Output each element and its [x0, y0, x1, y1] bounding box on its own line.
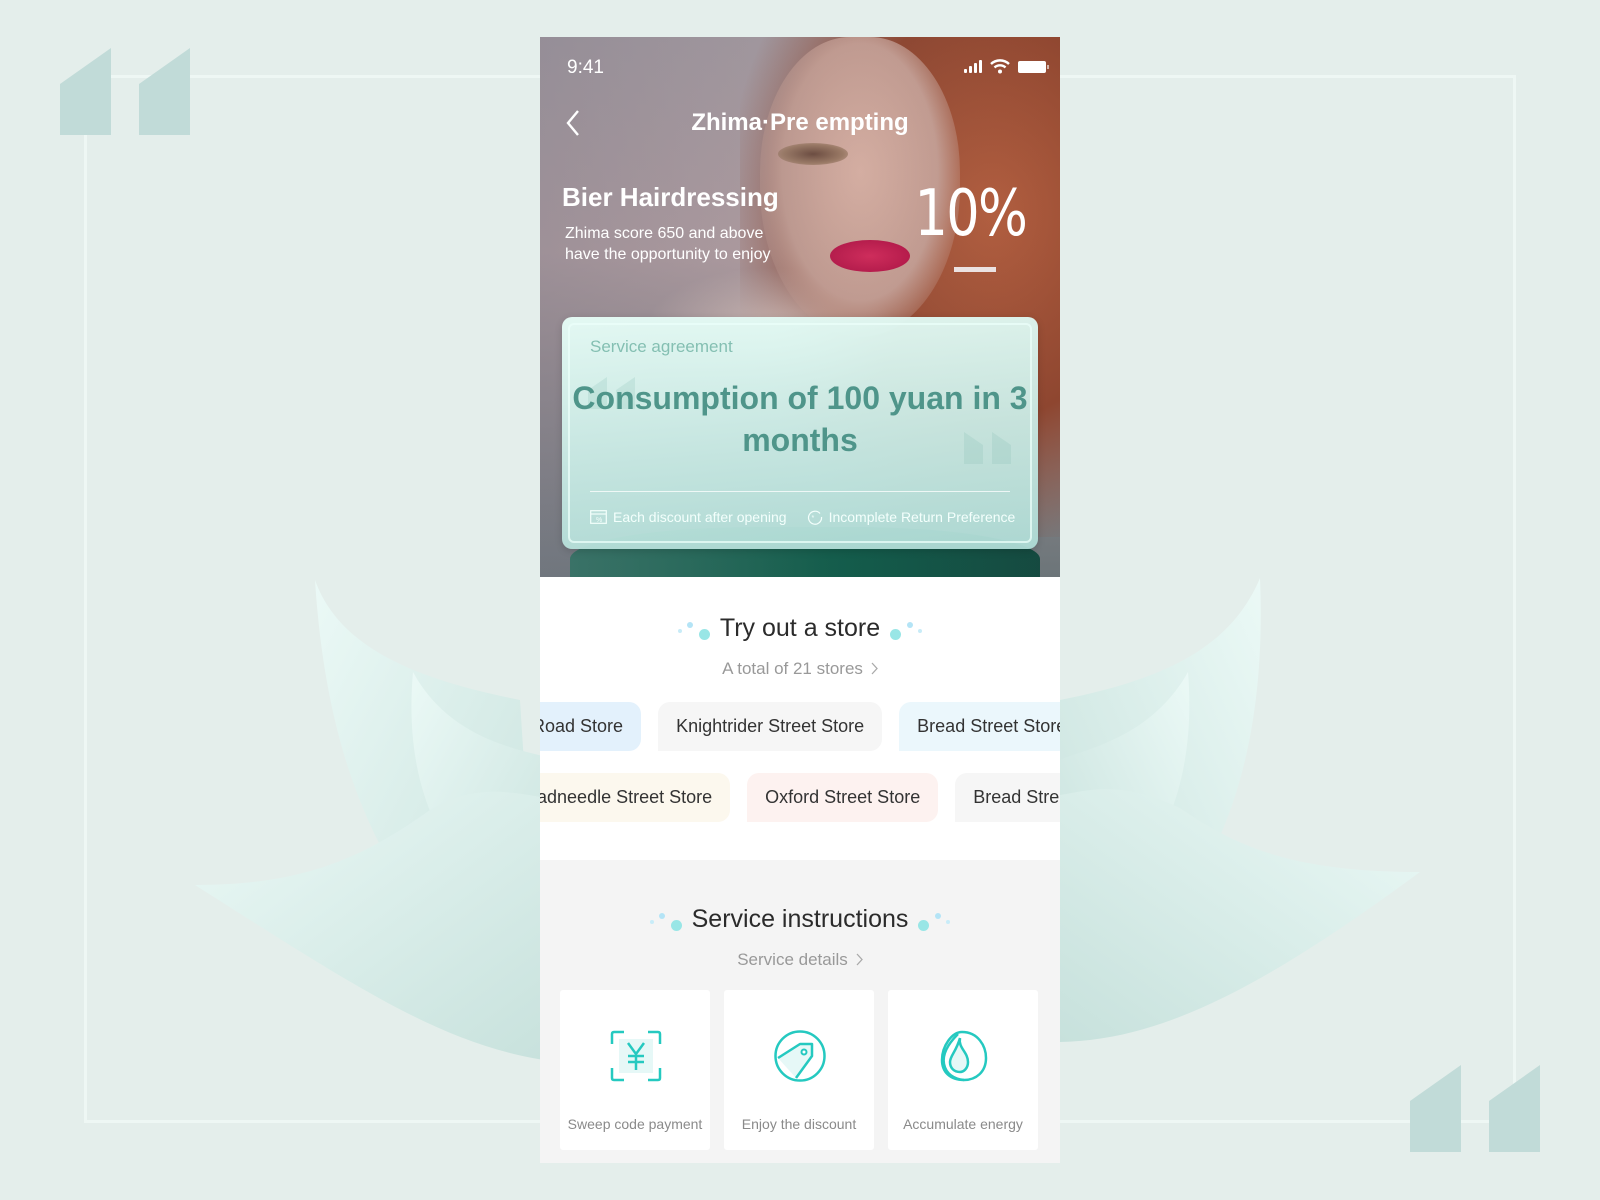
store-chip[interactable]: Threadneedle Street Store	[540, 773, 731, 822]
decor-dots-left-icon	[676, 618, 710, 640]
service-section: Service instructions Service details Swe…	[540, 860, 1060, 1163]
discount-tag-icon	[774, 1030, 826, 1082]
chevron-right-icon	[871, 662, 878, 675]
service-title: Service instructions	[691, 905, 909, 933]
divider	[590, 491, 1010, 492]
store-chip[interactable]: Bread Street Store	[955, 773, 1060, 822]
agreement-label: Service agreement	[590, 337, 733, 356]
svg-text:*: *	[811, 515, 814, 522]
page-title: Zhima·Pre empting	[691, 109, 909, 136]
decor-dots-right-icon	[918, 909, 952, 931]
service-card-discount[interactable]: Enjoy the discount	[724, 990, 874, 1150]
agreement-headline: Consumption of 100 yuan in 3 months	[572, 380, 1028, 458]
decor-dots-right-icon	[890, 618, 924, 640]
feature-each-discount: % Each discount after opening	[590, 509, 787, 525]
energy-drop-icon	[940, 1030, 988, 1082]
signal-icon	[964, 60, 982, 73]
nav-bar: Zhima·Pre empting	[540, 101, 1060, 145]
discount-card-icon: %	[590, 510, 607, 524]
store-chip[interactable]: Road Store	[540, 702, 642, 751]
discount-value: 10%	[914, 177, 1027, 251]
stores-title: Try out a store	[719, 614, 881, 642]
service-details-link[interactable]: Service details	[737, 950, 863, 970]
phone-screen: 9:41 Zhima·Pre empting Bier Hairdressing…	[540, 37, 1060, 1163]
battery-icon	[1018, 60, 1049, 73]
store-chip[interactable]: Knightrider Street Store	[658, 702, 883, 751]
promo-description: Zhima score 650 and above have the oppor…	[565, 225, 771, 263]
discount-underline	[954, 267, 996, 272]
service-agreement-card[interactable]: Service agreement Consumption of 100 yua…	[562, 317, 1038, 549]
decor-dots-left-icon	[648, 909, 682, 931]
feature-return-preference: * Incomplete Return Preference	[807, 509, 1015, 525]
service-card-payment[interactable]: Sweep code payment	[560, 990, 710, 1150]
svg-text:%: %	[596, 517, 602, 524]
store-chip[interactable]: Oxford Street Store	[747, 773, 939, 822]
hero-banner: 9:41 Zhima·Pre empting Bier Hairdressing…	[540, 37, 1060, 577]
stores-section: Try out a store A total of 21 stores Roa…	[540, 577, 1060, 860]
chevron-right-icon	[856, 953, 863, 966]
stores-count-link[interactable]: A total of 21 stores	[722, 659, 878, 679]
scan-pay-icon	[610, 1030, 662, 1082]
refund-cycle-icon: *	[807, 510, 822, 525]
wifi-icon	[990, 59, 1010, 74]
store-chip[interactable]: Bread Street Store	[899, 702, 1060, 751]
status-bar: 9:41	[540, 37, 1060, 101]
quote-mark-icon	[60, 48, 190, 135]
merchant-name: Bier Hairdressing	[562, 182, 779, 212]
service-card-energy[interactable]: Accumulate energy	[888, 990, 1038, 1150]
status-time: 9:41	[567, 57, 604, 78]
quote-mark-icon	[1410, 1065, 1540, 1152]
